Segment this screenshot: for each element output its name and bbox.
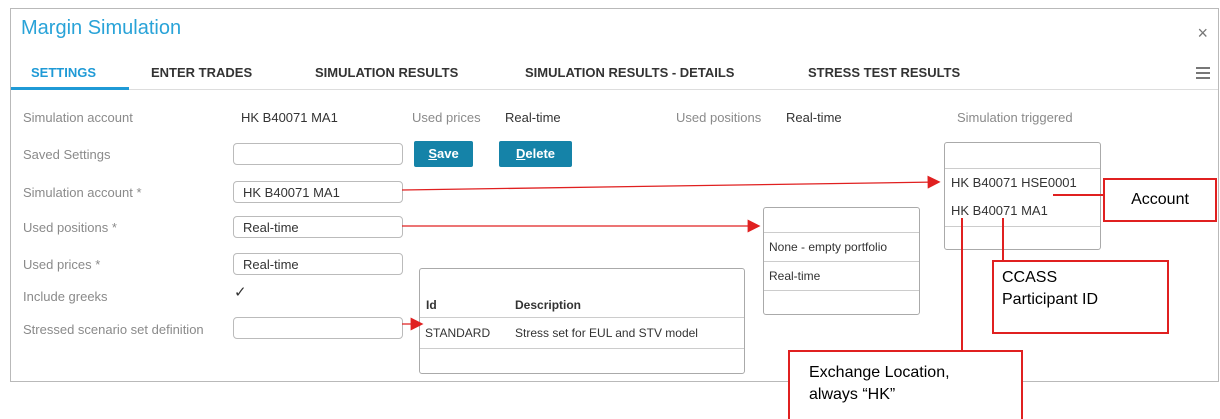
ccass-annotation-line1: CCASS — [1002, 269, 1058, 286]
account-annotation: Account — [1103, 178, 1217, 222]
exchange-annotation: Exchange Location, always “HK” — [788, 350, 1023, 419]
exchange-annotation-line1: Exchange Location, — [809, 364, 950, 381]
account-arrow — [401, 175, 941, 191]
annotation-arrows — [401, 175, 1104, 352]
ccass-annotation-line2: Participant ID — [1002, 291, 1099, 308]
ccass-annotation: CCASS Participant ID — [992, 260, 1169, 334]
exchange-annotation-line2: always “HK” — [809, 386, 896, 403]
